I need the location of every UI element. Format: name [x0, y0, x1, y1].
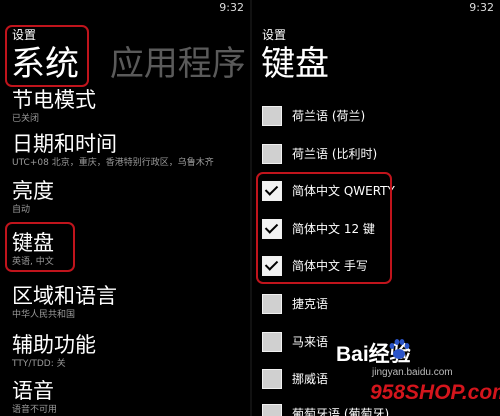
system-settings-panel: 9:32 设置 系统 应用程序 节电模式 已关闭 日期和时间 UTC+08 北京…	[0, 0, 252, 416]
breadcrumb: 设置	[262, 28, 287, 42]
checkbox[interactable]	[262, 106, 282, 126]
page-title: 键盘	[261, 44, 329, 84]
keyboard-label: 荷兰语 (比利时)	[292, 147, 378, 161]
keyboard-label: 马来语	[292, 335, 329, 349]
settings-item-accessibility[interactable]: 辅助功能 TTY/TDD: 关	[12, 332, 96, 370]
settings-item-battery-saver[interactable]: 节电模式 已关闭	[12, 87, 96, 125]
watermark-site: 958SHOP.com	[370, 381, 500, 404]
pivot-applications[interactable]: 应用程序	[110, 44, 246, 84]
settings-item-subtitle: 已关闭	[12, 114, 40, 124]
paw-icon	[389, 339, 410, 359]
status-time: 9:32	[469, 1, 494, 14]
settings-item-title: 区域和语言	[12, 284, 117, 308]
highlight-keyboard-item	[5, 222, 75, 272]
settings-item-subtitle: 中华人民共和国	[12, 310, 76, 320]
settings-item-speech[interactable]: 语音 语音不可用	[12, 378, 57, 416]
settings-item-date-time[interactable]: 日期和时间 UTC+08 北京，重庆，香港特别行政区，乌鲁木齐	[12, 131, 214, 169]
watermark-url: jingyan.baidu.com	[372, 367, 453, 378]
status-time: 9:32	[219, 1, 244, 14]
settings-item-subtitle: TTY/TDD: 关	[12, 359, 66, 369]
checkbox[interactable]	[262, 404, 282, 416]
highlight-chinese-keyboards	[256, 172, 392, 284]
settings-item-title: 语音	[12, 379, 54, 403]
settings-item-subtitle: 语音不可用	[12, 405, 58, 415]
keyboard-label: 荷兰语 (荷兰)	[292, 109, 366, 123]
keyboard-label: 挪威语	[292, 372, 329, 386]
settings-item-subtitle: 自动	[12, 205, 31, 215]
checkbox[interactable]	[262, 369, 282, 389]
highlight-system-title	[5, 25, 89, 87]
checkbox[interactable]	[262, 294, 282, 314]
checkbox[interactable]	[262, 144, 282, 164]
settings-item-subtitle: UTC+08 北京，重庆，香港特别行政区，乌鲁木齐	[12, 158, 214, 168]
settings-item-title: 亮度	[12, 179, 54, 203]
settings-item-title: 辅助功能	[12, 333, 96, 357]
settings-item-title: 日期和时间	[12, 132, 117, 156]
settings-item-region-language[interactable]: 区域和语言 中华人民共和国	[12, 283, 117, 321]
keyboard-label: 捷克语	[292, 297, 329, 311]
settings-item-title: 节电模式	[12, 88, 96, 112]
settings-item-brightness[interactable]: 亮度 自动	[12, 178, 54, 216]
baidu-watermark: Bai经验 jingyan.baidu.com 958SHOP.com	[336, 336, 500, 416]
checkbox[interactable]	[262, 332, 282, 352]
